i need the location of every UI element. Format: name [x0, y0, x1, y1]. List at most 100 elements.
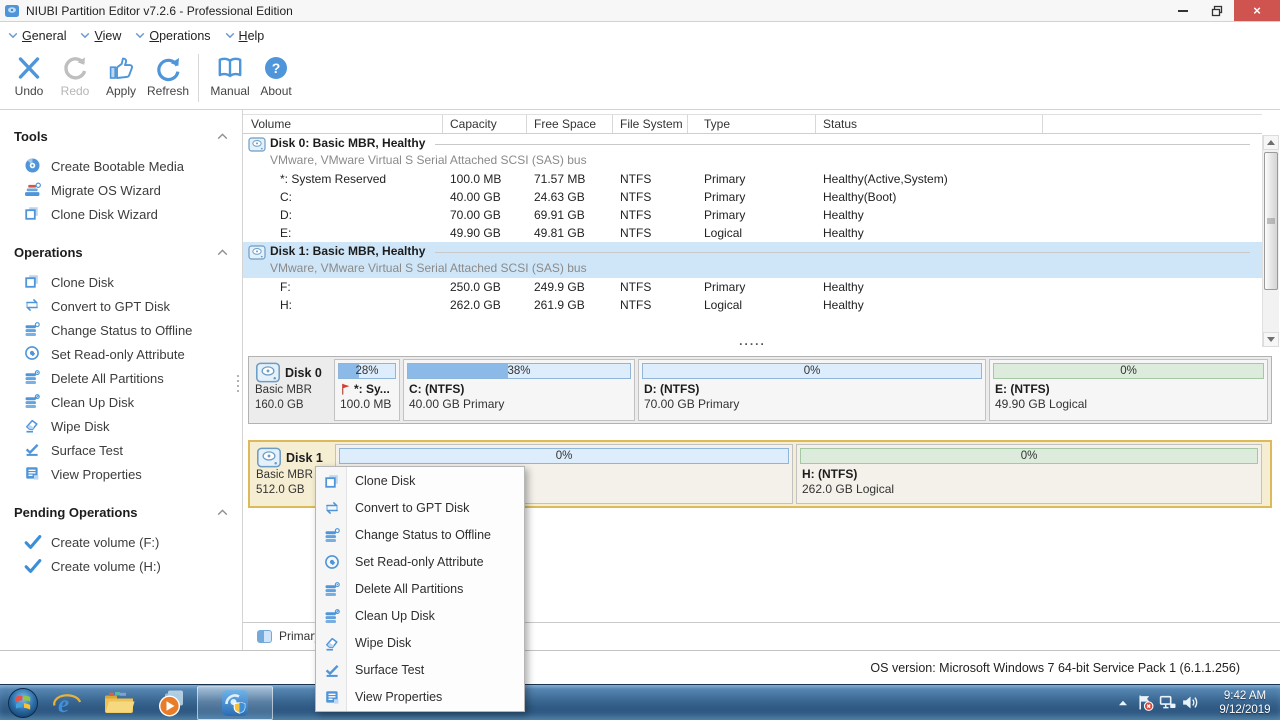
- manual-button[interactable]: Manual: [207, 52, 253, 98]
- disk-strip-disk-0[interactable]: Disk 0Basic MBR160.0 GB28%*: Sy...100.0 …: [248, 356, 1272, 424]
- restore-button[interactable]: [1200, 0, 1234, 21]
- about-icon: ?: [262, 52, 290, 82]
- taskbar-clock[interactable]: 9:42 AM9/12/2019: [1210, 689, 1280, 717]
- context-menu-item-label: Set Read-only Attribute: [347, 555, 484, 569]
- toolbar-separator: [198, 54, 199, 102]
- cell-status: Healthy: [816, 224, 1262, 242]
- cell-free-space: 71.57 MB: [527, 170, 613, 188]
- disk-head[interactable]: Disk 0Basic MBR160.0 GB: [251, 359, 331, 421]
- context-menu-item-convert-to-gpt-disk[interactable]: Convert to GPT Disk: [316, 494, 524, 521]
- sidebar-item-delete-all-partitions[interactable]: Delete All Partitions: [0, 366, 242, 390]
- partition-block-d-ntfs[interactable]: 0%D: (NTFS)70.00 GB Primary: [638, 359, 986, 421]
- scroll-down-button[interactable]: [1263, 332, 1279, 347]
- partition-block-c-ntfs[interactable]: 38%C: (NTFS)40.00 GB Primary: [403, 359, 635, 421]
- cell-free-space: 261.9 GB: [527, 296, 613, 314]
- menu-view[interactable]: View: [80, 29, 121, 43]
- partition-block-e-ntfs[interactable]: 0%E: (NTFS)49.90 GB Logical: [989, 359, 1268, 421]
- scrollbar-thumb[interactable]: [1264, 152, 1278, 290]
- context-menu-item-label: Clean Up Disk: [347, 609, 435, 623]
- sidebar-item-set-read-only-attribute[interactable]: Set Read-only Attribute: [0, 342, 242, 366]
- scrollbar-grip-icon: [1267, 218, 1275, 225]
- sidebar-item-create-bootable-media[interactable]: Create Bootable Media: [0, 154, 242, 178]
- taskbar: e 9:42 AM9/12/2019: [0, 684, 1280, 720]
- sidebar-item-label: Create volume (F:): [51, 535, 159, 550]
- cell-volume: D:: [243, 206, 443, 224]
- column-header-type[interactable]: Type: [688, 115, 816, 133]
- context-menu-item-clean-up-disk[interactable]: Clean Up Disk: [316, 603, 524, 630]
- volume-row[interactable]: H:262.0 GB261.9 GBNTFSLogicalHealthy: [243, 296, 1262, 314]
- menu-operations[interactable]: Operations: [135, 29, 210, 43]
- sidebar-section-header[interactable]: Operations: [0, 242, 242, 262]
- sidebar-splitter-handle[interactable]: [237, 373, 239, 393]
- menu-help[interactable]: Help: [225, 29, 265, 43]
- windows-explorer[interactable]: [93, 686, 145, 720]
- partition-name: C: (NTFS): [409, 382, 464, 396]
- sidebar-item-convert-to-gpt-disk[interactable]: Convert to GPT Disk: [0, 294, 242, 318]
- apply-button[interactable]: Apply: [98, 52, 144, 98]
- sidebar-section-header[interactable]: Pending Operations: [0, 502, 242, 522]
- sidebar-item-change-status-to-offline[interactable]: Change Status to Offline: [0, 318, 242, 342]
- table-scrollbar[interactable]: [1262, 135, 1279, 347]
- usage-percent: 0%: [340, 449, 788, 463]
- scrollbar-track[interactable]: [1263, 150, 1279, 332]
- context-menu-item-surface-test[interactable]: Surface Test: [316, 657, 524, 684]
- volume-row[interactable]: D:70.00 GB69.91 GBNTFSPrimaryHealthy: [243, 206, 1262, 224]
- context-menu-item-view-properties[interactable]: View Properties: [316, 684, 524, 711]
- context-menu-item-set-read-only-attribute[interactable]: Set Read-only Attribute: [316, 548, 524, 575]
- sidebar-item-clean-up-disk[interactable]: Clean Up Disk: [0, 390, 242, 414]
- refresh-button[interactable]: Refresh: [144, 52, 192, 98]
- volume-row[interactable]: F:250.0 GB249.9 GBNTFSPrimaryHealthy: [243, 278, 1262, 296]
- context-menu-item-clone-disk[interactable]: Clone Disk: [316, 467, 524, 494]
- internet-explorer[interactable]: e: [41, 686, 93, 720]
- column-header-capacity[interactable]: Capacity: [443, 115, 527, 133]
- column-header-volume[interactable]: Volume: [243, 115, 443, 133]
- delete-icon: [316, 581, 347, 597]
- cell-file-system: NTFS: [613, 296, 688, 314]
- menu-general[interactable]: General: [8, 29, 66, 43]
- minimize-button[interactable]: [1166, 0, 1200, 21]
- table-splitter-dots[interactable]: .....: [243, 334, 1262, 348]
- cell-free-space: 249.9 GB: [527, 278, 613, 296]
- sidebar-item-clone-disk[interactable]: Clone Disk: [0, 270, 242, 294]
- column-header-status[interactable]: Status: [816, 115, 1043, 133]
- disk-group-row[interactable]: Disk 1: Basic MBR, HealthyVMware, VMware…: [243, 242, 1262, 278]
- usage-bar: 0%: [642, 363, 982, 379]
- scroll-up-button[interactable]: [1263, 135, 1279, 150]
- about-button[interactable]: ?About: [253, 52, 299, 98]
- context-menu-item-wipe-disk[interactable]: Wipe Disk: [316, 630, 524, 657]
- sidebar-item-clone-disk-wizard[interactable]: Clone Disk Wizard: [0, 202, 242, 226]
- start-button[interactable]: [5, 686, 41, 720]
- sidebar-item-view-properties[interactable]: View Properties: [0, 462, 242, 486]
- sidebar-item-create-volume-f[interactable]: Create volume (F:): [0, 530, 242, 554]
- volume-row[interactable]: C:40.00 GB24.63 GBNTFSPrimaryHealthy(Boo…: [243, 188, 1262, 206]
- sidebar-item-label: Wipe Disk: [51, 419, 110, 434]
- action-center-flag[interactable]: [1134, 694, 1156, 711]
- volume-row[interactable]: E:49.90 GB49.81 GBNTFSLogicalHealthy: [243, 224, 1262, 242]
- niubi-partition-editor[interactable]: [197, 686, 273, 720]
- disk-drive-icon: [248, 245, 266, 260]
- undo-button[interactable]: Undo: [6, 52, 52, 98]
- chevron-down-icon: [225, 32, 235, 39]
- column-header-file-system[interactable]: File System: [613, 115, 688, 133]
- context-menu-item-change-status-to-offline[interactable]: Change Status to Offline: [316, 521, 524, 548]
- volume[interactable]: [1178, 694, 1200, 711]
- offline-icon: [316, 527, 347, 543]
- convert-icon: [24, 297, 42, 315]
- sidebar-item-wipe-disk[interactable]: Wipe Disk: [0, 414, 242, 438]
- sidebar-section-header[interactable]: Tools: [0, 126, 242, 146]
- media-player[interactable]: [145, 686, 197, 720]
- partition-block-h-ntfs[interactable]: 0%H: (NTFS)262.0 GB Logical: [796, 444, 1262, 504]
- show-hidden-icons[interactable]: [1112, 699, 1134, 707]
- partition-name: H: (NTFS): [802, 467, 857, 481]
- close-button[interactable]: ×: [1234, 0, 1280, 21]
- disk-group-row[interactable]: Disk 0: Basic MBR, HealthyVMware, VMware…: [243, 134, 1262, 170]
- group-rule-line: [435, 252, 1250, 260]
- sidebar-item-create-volume-h[interactable]: Create volume (H:): [0, 554, 242, 578]
- sidebar-item-surface-test[interactable]: Surface Test: [0, 438, 242, 462]
- context-menu-item-delete-all-partitions[interactable]: Delete All Partitions: [316, 575, 524, 602]
- volume-row[interactable]: *: System Reserved100.0 MB71.57 MBNTFSPr…: [243, 170, 1262, 188]
- partition-block-sy[interactable]: 28%*: Sy...100.0 MB: [334, 359, 400, 421]
- column-header-free-space[interactable]: Free Space: [527, 115, 613, 133]
- network[interactable]: [1156, 694, 1178, 711]
- sidebar-item-migrate-os-wizard[interactable]: Migrate OS Wizard: [0, 178, 242, 202]
